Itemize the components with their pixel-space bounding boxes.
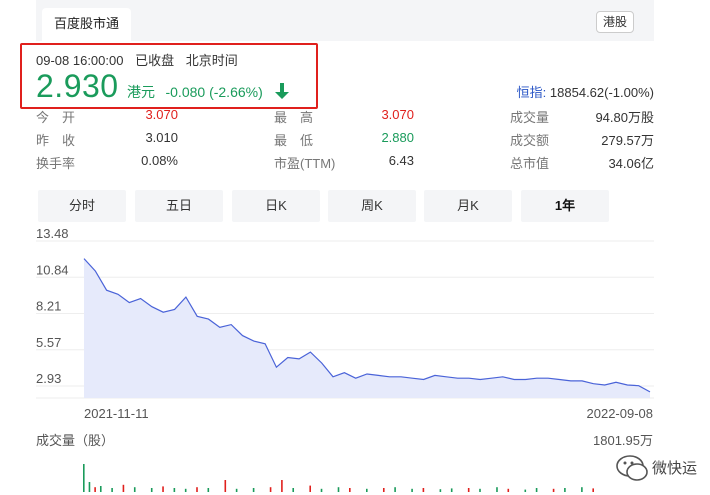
volume-bar <box>184 488 187 492</box>
quote-timestamp: 09-08 16:00:00 已收盘 北京时间 <box>36 50 246 69</box>
volume-bar <box>196 487 198 492</box>
tab-monthly-k[interactable]: 月K <box>424 190 512 222</box>
current-price: 2.930 <box>36 68 119 104</box>
stat-label: 成交额 <box>510 133 550 148</box>
x-tick-label: 2022-09-08 <box>587 406 654 421</box>
volume-bar <box>122 484 125 492</box>
stat-value: 3.010 <box>145 130 178 145</box>
stats-row: 换手率 0.08% 市盈(TTM) 6.43 总市值 34.06亿 <box>36 153 654 175</box>
volume-bar <box>252 488 255 492</box>
volume-bar <box>450 488 453 492</box>
tab-one-year[interactable]: 1年 <box>521 190 609 222</box>
volume-bar <box>150 488 153 492</box>
volume-bar <box>83 464 85 492</box>
volume-bar <box>235 488 238 492</box>
volume-bar <box>564 488 566 492</box>
volume-bar <box>349 488 351 492</box>
tab-baidu-stock[interactable]: 百度股市通 <box>42 8 132 41</box>
tab-weekly-k[interactable]: 周K <box>328 190 416 222</box>
volume-bar <box>162 486 164 492</box>
stat-label: 昨 收 <box>36 133 76 148</box>
currency-label: 港元 <box>127 84 156 100</box>
volume-bar <box>411 488 413 492</box>
price-row: 2.930 港元 -0.080 (-2.66%) <box>36 68 290 104</box>
price-change: -0.080 (-2.66%) <box>165 84 263 100</box>
y-tick-label: 13.48 <box>36 226 69 241</box>
volume-max-label: 1801.95万 <box>593 433 653 448</box>
timezone-label: 北京时间 <box>185 53 238 68</box>
volume-bar <box>479 488 481 492</box>
volume-label: 成交量（股） <box>36 433 114 448</box>
stat-value: 3.070 <box>381 107 414 122</box>
volume-bar <box>422 488 425 492</box>
y-tick-label: 5.57 <box>36 335 61 350</box>
stat-value: 94.80万股 <box>595 110 654 125</box>
volume-bar <box>524 489 527 492</box>
stat-label: 总市值 <box>510 156 550 171</box>
volume-bar <box>99 486 102 492</box>
stat-label: 市盈(TTM) <box>274 156 336 171</box>
stat-label: 换手率 <box>36 156 76 171</box>
wechat-watermark: 微快运 <box>610 448 710 488</box>
stats-row: 昨 收 3.010 最 低 2.880 成交额 279.57万 <box>36 130 654 152</box>
watermark-text: 微快运 <box>652 459 697 477</box>
tab-intraday[interactable]: 分时 <box>38 190 126 222</box>
y-tick-label: 8.21 <box>36 299 61 314</box>
x-tick-label: 2021-11-11 <box>84 406 149 421</box>
hang-seng-index[interactable]: 恒指: 18854.62(-1.00%) <box>517 82 654 101</box>
volume-bar <box>224 480 227 492</box>
wechat-logo-icon: 微快运 <box>616 455 697 481</box>
index-value: 18854.62(-1.00%) <box>549 85 654 100</box>
price-area <box>84 258 650 398</box>
volume-bar <box>309 485 311 492</box>
volume-bar <box>133 487 136 492</box>
stat-value: 279.57万 <box>601 133 654 148</box>
y-tick-label: 10.84 <box>36 262 69 277</box>
stats-row: 今 开 3.070 最 高 3.070 成交量 94.80万股 <box>36 107 654 129</box>
volume-bar <box>496 487 498 492</box>
stat-value: 6.43 <box>388 153 414 168</box>
stat-value: 2.880 <box>381 130 414 145</box>
volume-bar <box>320 488 323 492</box>
volume-bar <box>439 489 442 492</box>
volume-bar <box>111 488 113 492</box>
volume-bar <box>552 488 555 492</box>
market-status: 已收盘 <box>135 53 175 68</box>
tab-daily-k[interactable]: 日K <box>232 190 320 222</box>
volume-bar <box>269 487 272 492</box>
stat-label: 成交量 <box>510 110 550 125</box>
volume-bar <box>292 488 295 492</box>
volume-bar <box>592 488 594 492</box>
tab-five-day[interactable]: 五日 <box>135 190 223 222</box>
stat-label: 最 低 <box>274 133 314 148</box>
price-chart[interactable]: 13.48 10.84 8.21 5.57 2.93 2021-11-11 2022-09-… <box>36 226 654 495</box>
market-badge[interactable]: 港股 <box>595 11 634 33</box>
stat-value: 0.08% <box>141 153 178 168</box>
volume-bar <box>88 482 91 492</box>
quote-date: 09-08 16:00:00 <box>36 53 124 68</box>
stat-label: 最 高 <box>274 110 314 125</box>
volume-bar <box>382 488 385 492</box>
volume-bar <box>207 488 210 492</box>
stat-value: 3.070 <box>145 107 178 122</box>
stat-value: 34.06亿 <box>608 156 654 171</box>
volume-bar <box>394 487 396 492</box>
volume-bar <box>581 487 583 492</box>
volume-bar <box>173 488 176 492</box>
volume-bar <box>337 487 340 492</box>
source-tab-bar: 百度股市通 港股 <box>36 0 654 41</box>
volume-bar <box>366 488 368 492</box>
volume-bar <box>535 488 538 492</box>
y-tick-label: 2.93 <box>36 371 61 386</box>
stock-quote-card: 百度股市通 港股 09-08 16:00:00 已收盘 北京时间 2.930 港… <box>20 0 654 495</box>
arrow-down-icon <box>275 83 290 104</box>
stat-label: 今 开 <box>36 110 76 125</box>
volume-bar <box>281 480 283 492</box>
period-tabs: 分时 五日 日K 周K 月K 1年 <box>36 190 654 222</box>
volume-bar <box>467 488 470 492</box>
volume-bar <box>507 488 510 492</box>
index-label: 恒指: <box>516 85 547 100</box>
volume-bar <box>94 487 96 492</box>
